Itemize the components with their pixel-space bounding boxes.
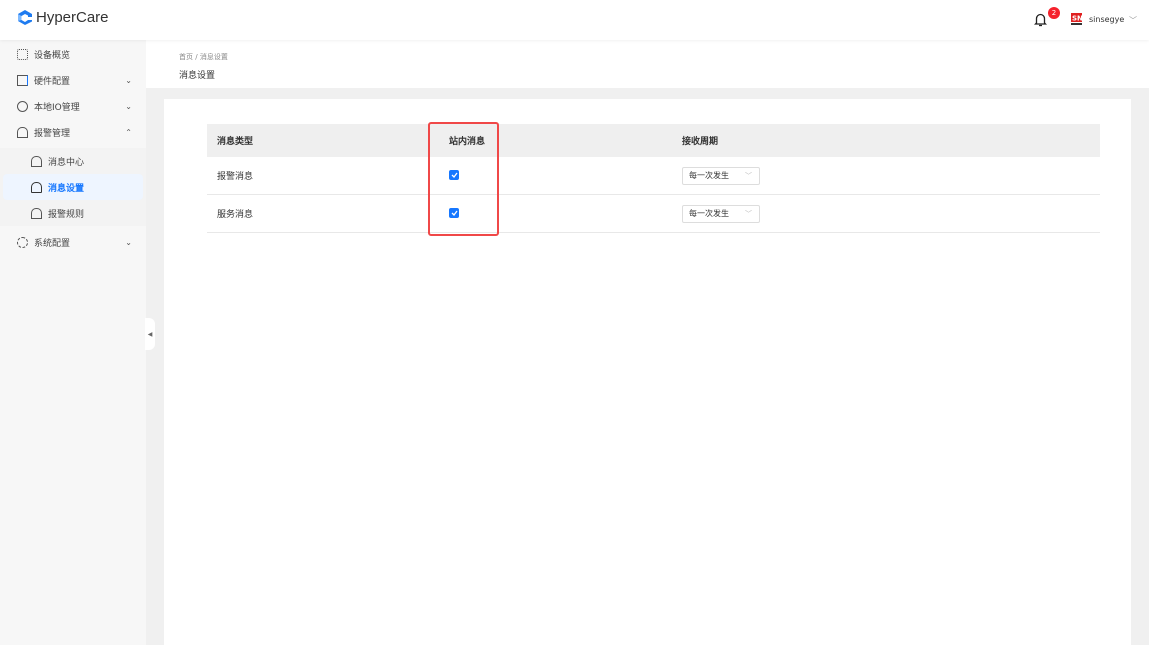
page-title: 消息设置 <box>179 71 216 81</box>
period-select[interactable]: 每一次发生 ﹀ <box>682 204 760 223</box>
breadcrumb: 首页 / 消息设置 <box>179 52 228 62</box>
sidebar-item-local-io[interactable]: 本地IO管理 ⌄ <box>0 93 146 119</box>
sidebar-item-label: 报警管理 <box>34 128 71 139</box>
message-type: 报警消息 <box>217 172 254 182</box>
sidebar-item-message-center[interactable]: 消息中心 <box>0 148 146 174</box>
top-header: HyperCare 2 SN sinsegye ﹀ <box>0 0 1149 40</box>
chevron-down-icon: ⌄ <box>125 75 132 85</box>
sidebar-item-overview[interactable]: 设备概览 <box>0 41 146 67</box>
io-icon <box>17 100 28 112</box>
grid-icon <box>17 48 28 60</box>
period-select[interactable]: 每一次发生 ﹀ <box>682 166 760 185</box>
sidebar-item-label: 消息中心 <box>48 157 85 168</box>
sidebar-item-label: 本地IO管理 <box>34 102 80 113</box>
table-row: 报警消息 每一次发生 ﹀ <box>207 157 1100 195</box>
username[interactable]: sinsegye <box>1089 15 1124 24</box>
avatar[interactable]: SN <box>1071 13 1082 25</box>
chevron-up-icon: ⌃ <box>125 127 132 137</box>
sidebar-item-system[interactable]: 系统配置 ⌄ <box>0 229 146 255</box>
hypercare-logo-icon <box>18 10 32 25</box>
app-name: HyperCare <box>36 9 109 26</box>
gear-icon <box>17 236 28 248</box>
collapse-sidebar-button[interactable]: ◀ <box>145 318 155 350</box>
chevron-down-icon: ⌄ <box>125 101 132 111</box>
period-value: 每一次发生 <box>689 171 729 180</box>
sidebar-item-label: 报警规则 <box>48 209 85 220</box>
breadcrumb-bar: 首页 / 消息设置 消息设置 <box>146 40 1149 88</box>
alarm-rule-icon <box>31 207 42 219</box>
table-header: 消息类型 站内消息 接收周期 <box>207 124 1100 157</box>
period-value: 每一次发生 <box>689 209 729 218</box>
message-type: 服务消息 <box>217 210 254 220</box>
svg-text:SN: SN <box>1072 15 1082 23</box>
sidebar-item-message-settings[interactable]: 消息设置 <box>3 174 143 200</box>
highlight-box <box>428 122 499 236</box>
chevron-down-icon[interactable]: ﹀ <box>1129 15 1137 26</box>
breadcrumb-current: 消息设置 <box>199 53 228 61</box>
sidebar-item-label: 消息设置 <box>48 183 85 194</box>
sidebar-item-label: 设备概览 <box>34 50 71 61</box>
bell-icon <box>31 181 42 193</box>
alarm-icon <box>17 126 28 138</box>
sidebar-item-alarm-rules[interactable]: 报警规则 <box>0 200 146 226</box>
notification-badge: 2 <box>1048 7 1060 19</box>
table-row: 服务消息 每一次发生 ﹀ <box>207 195 1100 233</box>
bell-icon[interactable] <box>1034 12 1047 27</box>
sidebar-item-hardware[interactable]: 硬件配置 ⌄ <box>0 67 146 93</box>
settings-table: 消息类型 站内消息 接收周期 报警消息 每一次发生 ﹀ 服务消息 每一次发生 ﹀ <box>207 124 1100 233</box>
breadcrumb-home[interactable]: 首页 <box>179 53 193 61</box>
content-card: 消息类型 站内消息 接收周期 报警消息 每一次发生 ﹀ 服务消息 每一次发生 ﹀ <box>164 99 1131 645</box>
logo[interactable]: HyperCare <box>17 9 109 26</box>
sidebar: 设备概览 硬件配置 ⌄ 本地IO管理 ⌄ 报警管理 ⌃ 消息中心 消息设置 报警规则 … <box>0 40 146 645</box>
sidebar-item-alarm[interactable]: 报警管理 ⌃ <box>0 119 146 145</box>
header-type: 消息类型 <box>217 137 254 147</box>
header-period: 接收周期 <box>682 137 719 147</box>
sidebar-item-label: 硬件配置 <box>34 76 71 87</box>
sidebar-item-label: 系统配置 <box>34 238 71 249</box>
breadcrumb-separator: / <box>195 53 198 61</box>
chevron-down-icon: ﹀ <box>745 171 752 180</box>
chevron-down-icon: ﹀ <box>745 209 752 218</box>
chevron-down-icon: ⌄ <box>125 237 132 247</box>
alarm-icon <box>31 155 42 167</box>
hardware-icon <box>17 74 28 86</box>
